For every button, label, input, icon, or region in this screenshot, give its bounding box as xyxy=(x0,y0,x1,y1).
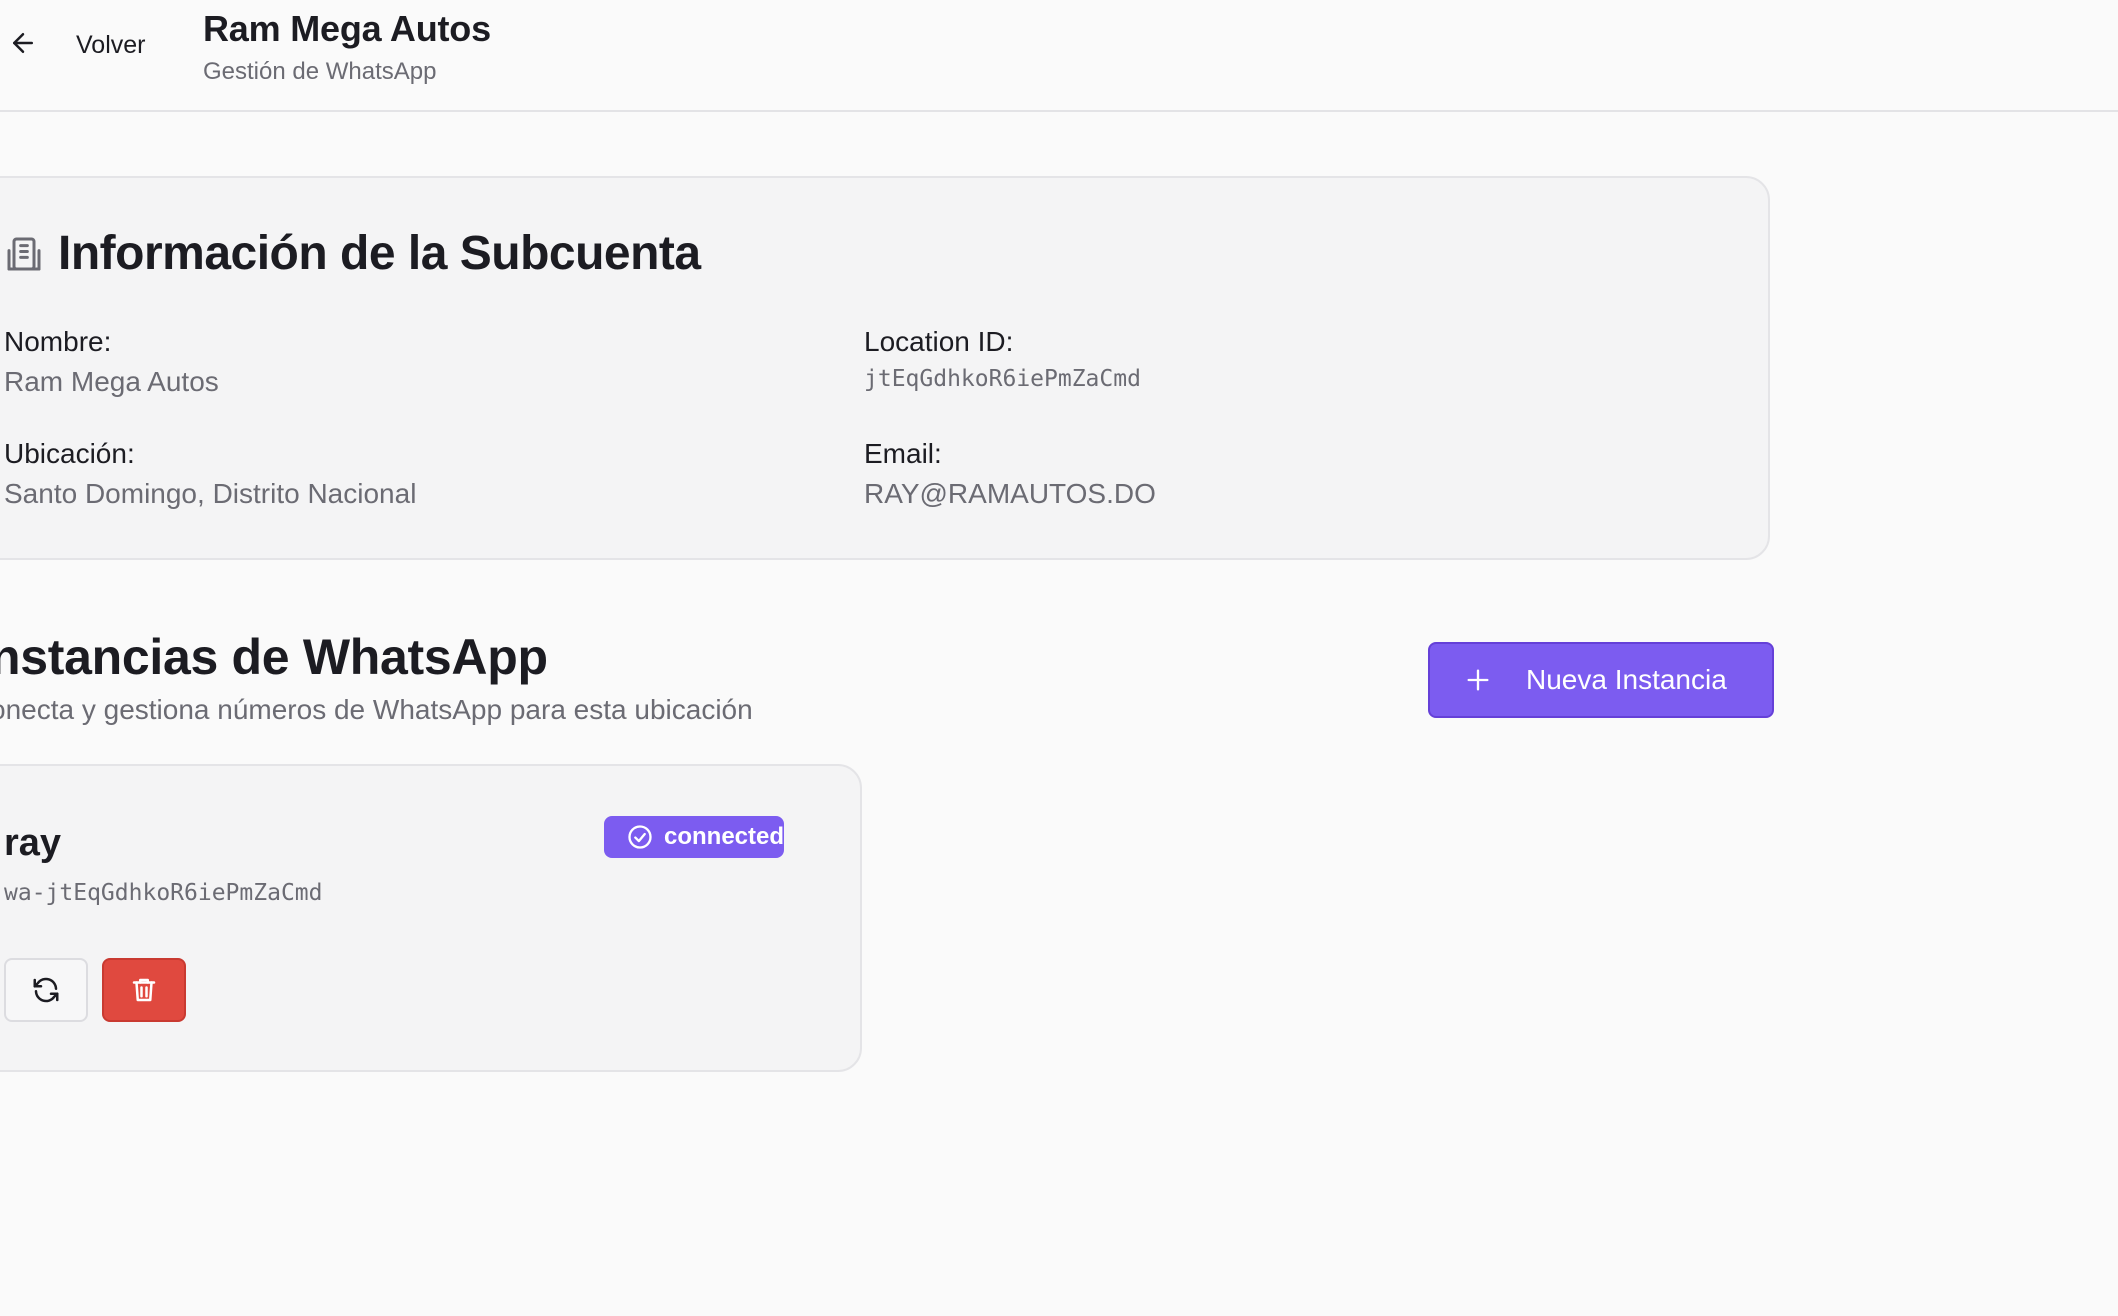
new-instance-button[interactable]: Nueva Instancia xyxy=(1428,642,1774,718)
page-subtitle: Gestión de WhatsApp xyxy=(203,58,437,85)
nombre-label: Nombre: xyxy=(4,326,112,357)
ubicacion-label: Ubicación: xyxy=(4,438,135,469)
plus-icon xyxy=(1464,666,1492,694)
refresh-icon xyxy=(31,975,61,1005)
back-label: Volver xyxy=(76,30,146,59)
instance-id: wa-jtEqGdhkoR6iePmZaCmd xyxy=(4,880,323,906)
status-text: connected xyxy=(664,823,785,850)
arrow-left-icon xyxy=(8,28,38,63)
subaccount-info-card: Información de la Subcuenta Nombre: Ram … xyxy=(0,176,1770,560)
location-id-value: jtEqGdhkoR6iePmZaCmd xyxy=(864,366,1141,392)
delete-button[interactable] xyxy=(102,958,186,1022)
email-value: RAY@RAMAUTOS.DO xyxy=(864,478,1156,509)
building-icon xyxy=(4,234,44,274)
location-id-label: Location ID: xyxy=(864,326,1014,357)
back-button[interactable]: Volver xyxy=(8,26,145,64)
check-circle-icon xyxy=(626,823,654,851)
instance-card: ray wa-jtEqGdhkoR6iePmZaCmd connected xyxy=(0,764,862,1072)
instances-section-subtitle: onecta y gestiona números de WhatsApp pa… xyxy=(0,694,753,725)
instance-name: ray xyxy=(4,822,62,864)
instances-section-title: nstancias de WhatsApp xyxy=(0,629,548,685)
nombre-value: Ram Mega Autos xyxy=(4,366,219,397)
email-label: Email: xyxy=(864,438,942,469)
ubicacion-value: Santo Domingo, Distrito Nacional xyxy=(4,478,417,509)
page-header: Volver Ram Mega Autos Gestión de WhatsAp… xyxy=(0,0,2118,112)
trash-icon xyxy=(129,975,159,1005)
new-instance-label: Nueva Instancia xyxy=(1526,664,1727,695)
page-title: Ram Mega Autos xyxy=(203,8,491,49)
status-badge: connected xyxy=(604,816,784,858)
info-card-title: Información de la Subcuenta xyxy=(58,227,701,280)
refresh-button[interactable] xyxy=(4,958,88,1022)
